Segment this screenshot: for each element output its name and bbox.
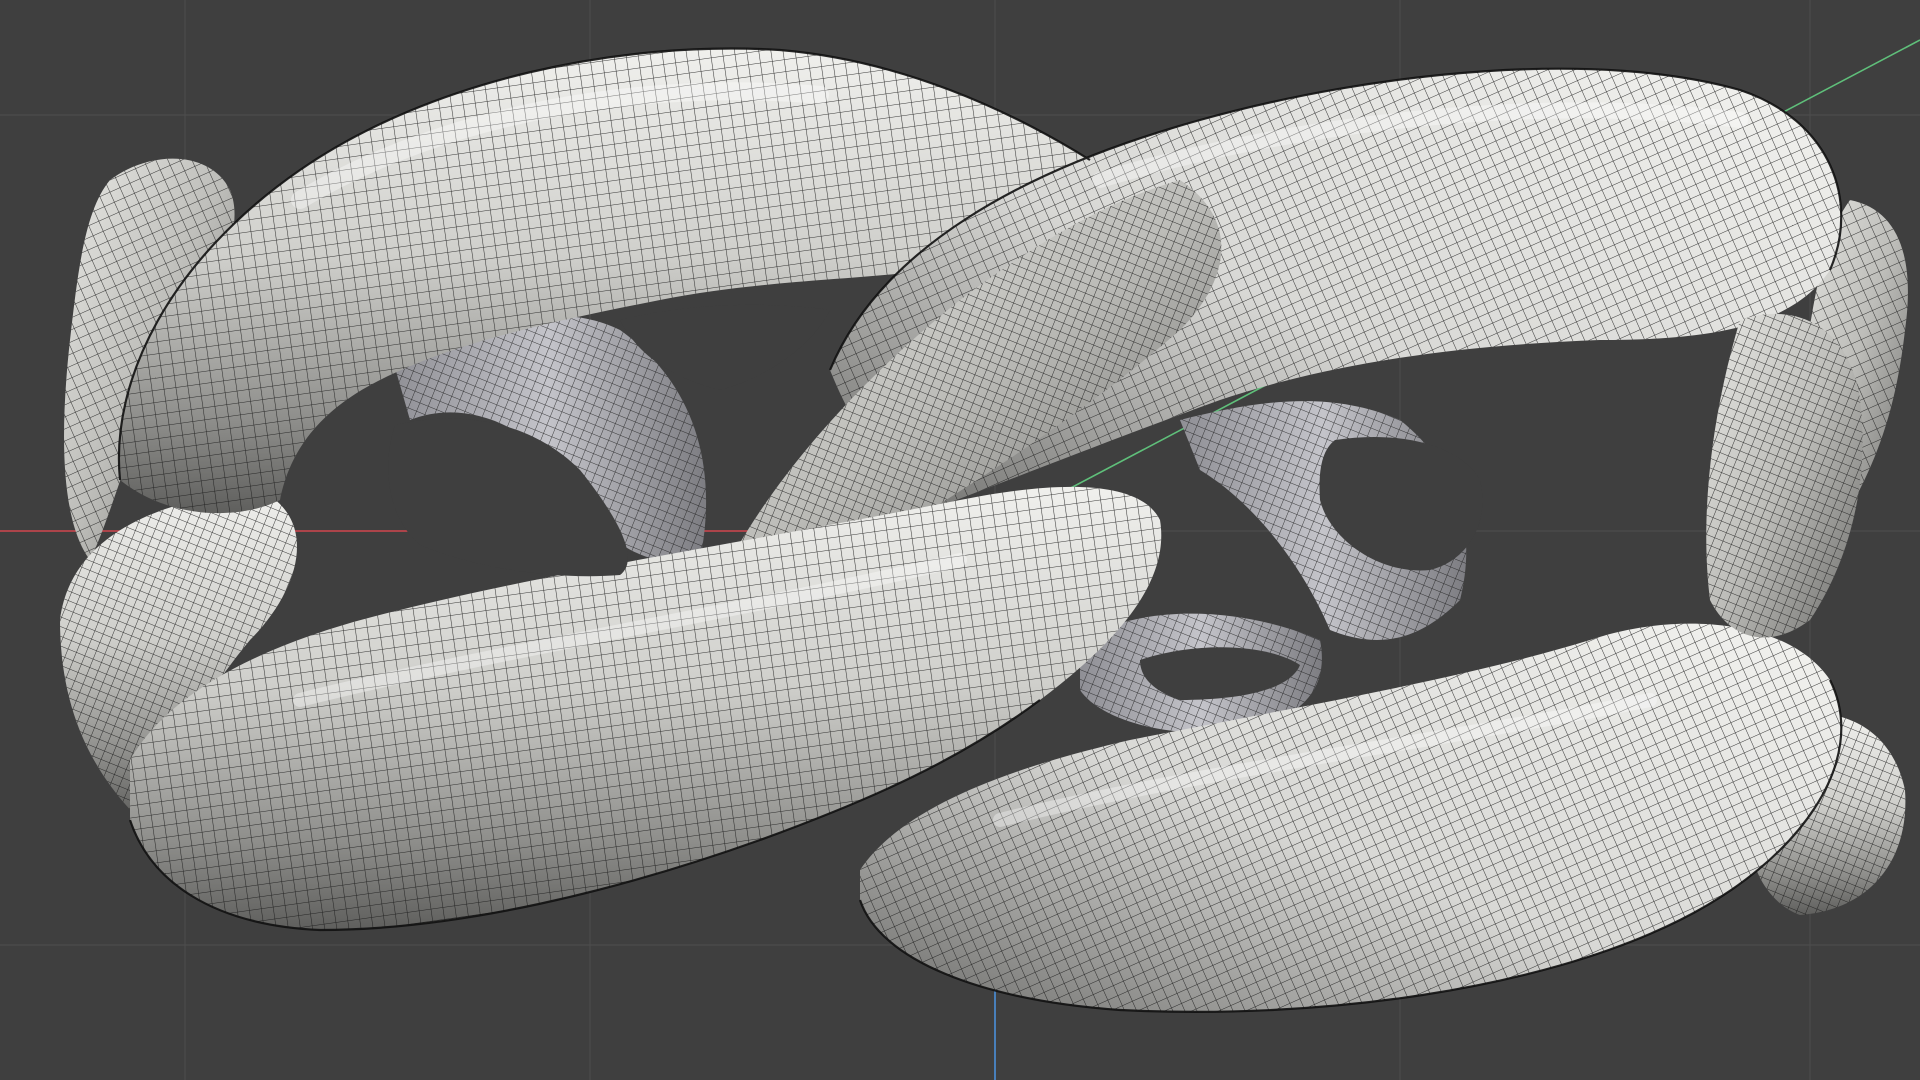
3d-viewport[interactable] [0,0,1920,1080]
right-link-side [1706,313,1863,638]
chain-link-mesh[interactable] [60,47,1908,1013]
viewport-canvas[interactable] [0,0,1920,1080]
